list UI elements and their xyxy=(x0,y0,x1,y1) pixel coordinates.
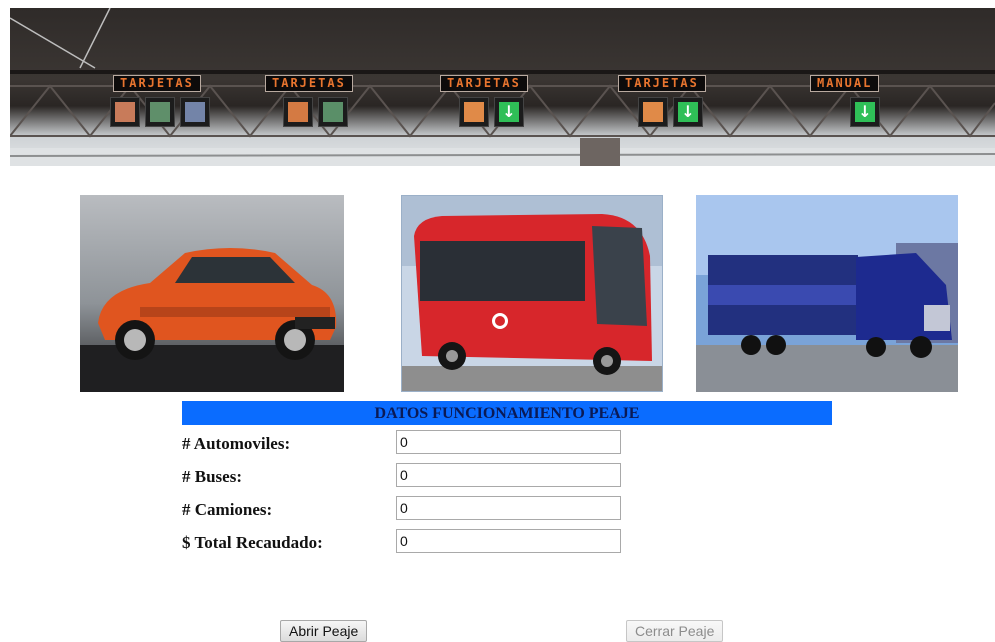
toll-plaza-banner: TARJETAS TARJETAS TARJETAS TARJETAS MANU… xyxy=(10,8,995,166)
arrow-down-icon: ↓ xyxy=(673,97,703,127)
truck-image xyxy=(696,195,958,392)
automoviles-label: # Automoviles: xyxy=(182,434,291,453)
lane-sign: TARJETAS xyxy=(618,75,706,92)
arrow-down-icon: ↓ xyxy=(850,97,880,127)
bus-image xyxy=(401,195,663,392)
camiones-input[interactable] xyxy=(396,496,621,520)
total-recaudado-label: $ Total Recaudado: xyxy=(182,533,323,552)
lane-sign: MANUAL xyxy=(810,75,880,92)
amber-lamp xyxy=(110,97,140,127)
automoviles-input[interactable] xyxy=(396,430,621,454)
amber-lamp xyxy=(638,97,668,127)
car-image xyxy=(80,195,344,392)
lane-sign: TARJETAS xyxy=(113,75,201,92)
amber-lamp xyxy=(459,97,489,127)
blue-lamp xyxy=(180,97,210,127)
lane-sign: TARJETAS xyxy=(265,75,353,92)
open-toll-button[interactable]: Abrir Peaje xyxy=(280,620,368,642)
total-recaudado-input[interactable] xyxy=(396,529,621,553)
camiones-label: # Camiones: xyxy=(182,500,273,519)
buses-input[interactable] xyxy=(396,463,621,487)
amber-lamp xyxy=(283,97,313,127)
green-lamp xyxy=(318,97,348,127)
green-lamp xyxy=(145,97,175,127)
close-toll-button[interactable]: Cerrar Peaje xyxy=(626,620,724,642)
form-title: DATOS FUNCIONAMIENTO PEAJE xyxy=(182,401,832,425)
buses-label: # Buses: xyxy=(182,467,242,486)
lane-sign: TARJETAS xyxy=(440,75,528,92)
arrow-down-icon: ↓ xyxy=(494,97,524,127)
